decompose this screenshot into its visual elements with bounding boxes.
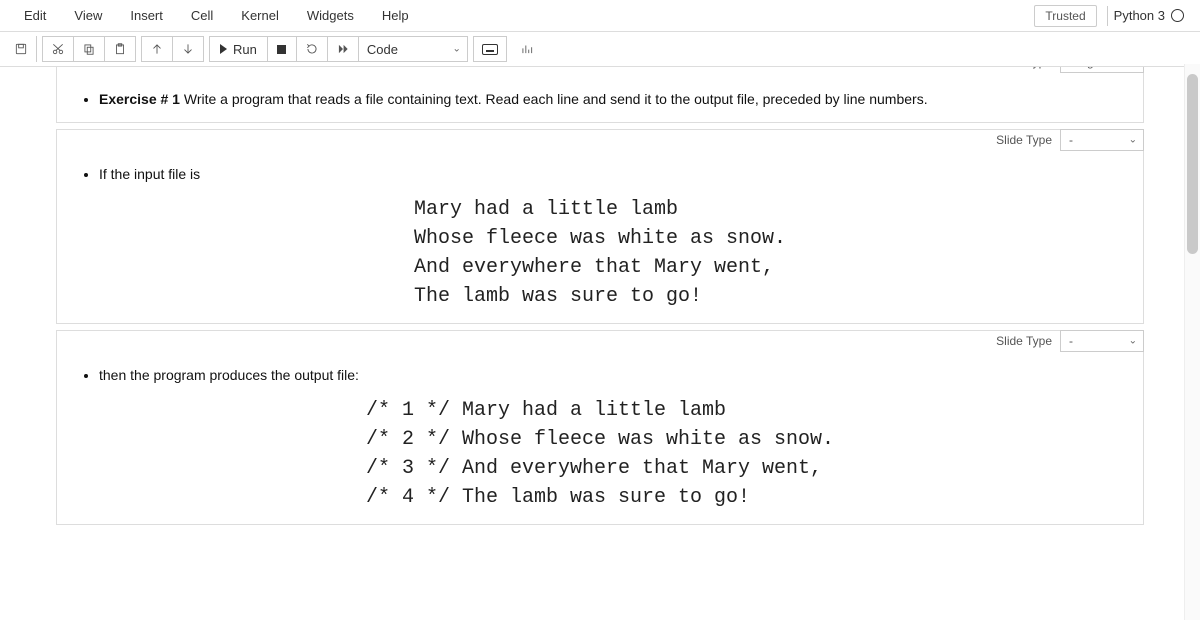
slide-type-control: Slide Type - ⌄ bbox=[996, 129, 1144, 151]
save-button[interactable] bbox=[6, 36, 37, 62]
list-item: Exercise # 1 Write a program that reads … bbox=[99, 89, 1129, 110]
fast-forward-icon bbox=[336, 42, 350, 56]
chevron-down-icon: ⌄ bbox=[1129, 67, 1137, 68]
run-label: Run bbox=[233, 42, 257, 57]
menu-insert[interactable]: Insert bbox=[116, 4, 177, 27]
scissors-icon bbox=[51, 42, 65, 56]
copy-button[interactable] bbox=[73, 36, 105, 62]
menu-edit[interactable]: Edit bbox=[10, 4, 60, 27]
arrow-down-icon bbox=[181, 42, 195, 56]
slide-type-value: - bbox=[1069, 133, 1073, 147]
markdown-cell[interactable]: Slide Type - ⌄ then the program produces… bbox=[56, 330, 1144, 525]
arrow-up-icon bbox=[150, 42, 164, 56]
trusted-badge[interactable]: Trusted bbox=[1034, 5, 1096, 27]
menu-view[interactable]: View bbox=[60, 4, 116, 27]
run-all-button[interactable] bbox=[327, 36, 359, 62]
exercise-text: Write a program that reads a file contai… bbox=[180, 91, 928, 107]
slide-type-label: Slide Type bbox=[996, 67, 1054, 69]
menu-widgets[interactable]: Widgets bbox=[293, 4, 368, 27]
toolbar: Run Code ⌄ bbox=[0, 32, 1200, 67]
chevron-down-icon: ⌄ bbox=[452, 44, 460, 55]
code-sample: /* 1 */ Mary had a little lamb /* 2 */ W… bbox=[366, 396, 834, 512]
slide-type-select[interactable]: - ⌄ bbox=[1060, 129, 1144, 151]
menubar: Edit View Insert Cell Kernel Widgets Hel… bbox=[0, 0, 1200, 32]
divider bbox=[1107, 6, 1108, 26]
kernel-status-icon bbox=[1171, 9, 1184, 22]
interrupt-button[interactable] bbox=[267, 36, 297, 62]
vertical-scrollbar[interactable] bbox=[1184, 64, 1200, 620]
code-sample: Mary had a little lamb Whose fleece was … bbox=[414, 195, 786, 311]
markdown-cell[interactable]: Slide Type Fragment ⌄ Exercise # 1 Write… bbox=[56, 67, 1144, 123]
celltype-select[interactable]: Code ⌄ bbox=[358, 36, 468, 62]
copy-icon bbox=[82, 42, 96, 56]
play-icon bbox=[220, 44, 227, 54]
clipboard-icon bbox=[113, 42, 127, 56]
bar-chart-icon bbox=[520, 42, 534, 56]
chevron-down-icon: ⌄ bbox=[1129, 135, 1137, 146]
kernel-indicator[interactable]: Python 3 bbox=[1107, 6, 1190, 26]
menu-kernel[interactable]: Kernel bbox=[227, 4, 293, 27]
slide-type-control: Slide Type Fragment ⌄ bbox=[996, 67, 1144, 73]
kernel-name: Python 3 bbox=[1114, 8, 1165, 23]
slide-type-value: Fragment bbox=[1069, 67, 1120, 69]
celltype-value: Code bbox=[367, 42, 398, 57]
slide-type-label: Slide Type bbox=[996, 334, 1054, 348]
slide-type-select[interactable]: Fragment ⌄ bbox=[1060, 67, 1144, 73]
list-item: then the program produces the output fil… bbox=[99, 365, 1129, 386]
slide-type-label: Slide Type bbox=[996, 133, 1054, 147]
slide-type-value: - bbox=[1069, 334, 1073, 348]
restart-icon bbox=[305, 42, 319, 56]
notebook-area: Slide Type Fragment ⌄ Exercise # 1 Write… bbox=[0, 67, 1200, 623]
list-item: If the input file is bbox=[99, 164, 1129, 185]
menu-help[interactable]: Help bbox=[368, 4, 423, 27]
paste-button[interactable] bbox=[104, 36, 136, 62]
cut-button[interactable] bbox=[42, 36, 74, 62]
slide-type-select[interactable]: - ⌄ bbox=[1060, 330, 1144, 352]
chevron-down-icon: ⌄ bbox=[1129, 336, 1137, 347]
command-palette-button[interactable] bbox=[473, 36, 507, 62]
keyboard-icon bbox=[482, 44, 498, 55]
restart-button[interactable] bbox=[296, 36, 328, 62]
scrollbar-thumb[interactable] bbox=[1187, 74, 1198, 254]
slide-type-control: Slide Type - ⌄ bbox=[996, 330, 1144, 352]
exercise-label: Exercise # 1 bbox=[99, 91, 180, 107]
menu-cell[interactable]: Cell bbox=[177, 4, 227, 27]
move-up-button[interactable] bbox=[141, 36, 173, 62]
save-icon bbox=[14, 42, 28, 56]
markdown-cell[interactable]: Slide Type - ⌄ If the input file is Mary… bbox=[56, 129, 1144, 324]
stop-icon bbox=[277, 45, 286, 54]
slideshow-button[interactable] bbox=[512, 36, 542, 62]
move-down-button[interactable] bbox=[172, 36, 204, 62]
run-button[interactable]: Run bbox=[209, 36, 268, 62]
